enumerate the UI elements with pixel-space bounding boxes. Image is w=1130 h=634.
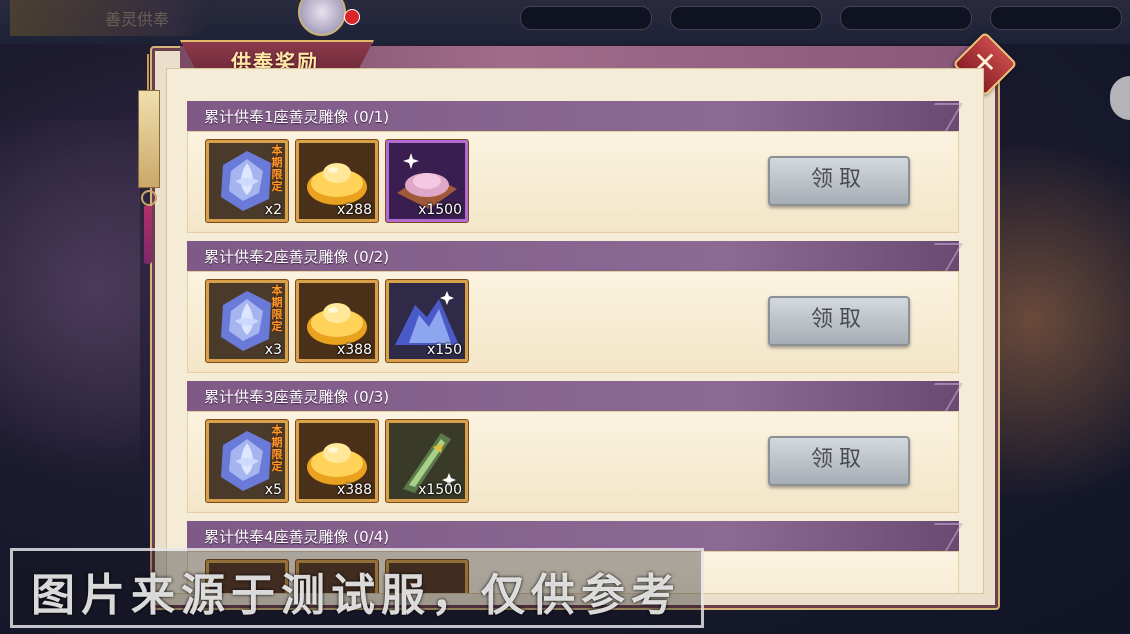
limited-tag: 本期限定 [271,144,283,193]
item-count: x388 [336,342,372,358]
item-count: x2 [264,202,282,218]
watermark-text: 图片来源于测试服，仅供参考 [31,570,681,621]
reward-row-title: 累计供奉2座善灵雕像 (0/2) [204,248,390,266]
reward-list[interactable]: 累计供奉1座善灵雕像 (0/1) 本期限定 x2 x288 x1500 领取 累… [166,68,984,594]
resource-bar [840,6,972,30]
reward-row-body: 本期限定 x2 x288 x1500 领取 [187,131,959,233]
claim-button[interactable]: 领取 [768,436,910,486]
watermark: 图片来源于测试服，仅供参考 [10,548,704,628]
reward-row-title: 累计供奉1座善灵雕像 (0/1) [204,108,390,126]
resource-bar [670,6,822,30]
limited-tag: 本期限定 [271,424,283,473]
claim-button[interactable]: 领取 [768,156,910,206]
reward-item[interactable]: 本期限定 x3 [206,280,288,362]
reward-row-title: 累计供奉3座善灵雕像 (0/3) [204,388,390,406]
header-ornament-icon [918,243,964,271]
background-top-bar: 善灵供奉 [0,0,1130,44]
item-count: x150 [426,342,462,358]
reward-item[interactable]: 本期限定 x5 [206,420,288,502]
reward-item[interactable]: x388 [296,280,378,362]
reward-row-title: 累计供奉4座善灵雕像 (0/4) [204,528,390,546]
background-scene [990,80,1130,560]
header-ornament-icon [918,523,964,551]
reward-row-body: 本期限定 x5 x388 x1500 领取 [187,411,959,513]
avatar [298,0,346,36]
reward-row: 累计供奉1座善灵雕像 (0/1) 本期限定 x2 x288 x1500 领取 [187,101,964,241]
reward-row-header: 累计供奉2座善灵雕像 (0/2) [187,241,964,271]
background-tab: 善灵供奉 [10,0,210,36]
item-count: x288 [336,202,372,218]
reward-item[interactable]: 本期限定 x2 [206,140,288,222]
notification-dot [344,9,360,25]
background-scene [0,120,140,540]
reward-item[interactable]: x288 [296,140,378,222]
header-ornament-icon [918,103,964,131]
reward-row-header: 累计供奉4座善灵雕像 (0/4) [187,521,964,551]
item-count: x3 [264,342,282,358]
reward-row-header: 累计供奉3座善灵雕像 (0/3) [187,381,964,411]
resource-bar [520,6,652,30]
claim-button[interactable]: 领取 [768,296,910,346]
background-tab-label: 善灵供奉 [105,10,170,29]
reward-row: 累计供奉2座善灵雕像 (0/2) 本期限定 x3 x388 x150 领取 [187,241,964,381]
header-ornament-icon [918,383,964,411]
resource-bar [990,6,1122,30]
item-count: x388 [336,482,372,498]
hanging-ornament-icon [138,54,160,264]
reward-item[interactable]: x150 [386,280,468,362]
reward-row-header: 累计供奉1座善灵雕像 (0/1) [187,101,964,131]
reward-item[interactable]: x388 [296,420,378,502]
item-count: x1500 [418,202,462,218]
limited-tag: 本期限定 [271,284,283,333]
reward-row-body: 本期限定 x3 x388 x150 领取 [187,271,959,373]
reward-item[interactable]: x1500 [386,140,468,222]
item-count: x5 [264,482,282,498]
reward-item[interactable]: x1500 [386,420,468,502]
reward-row: 累计供奉3座善灵雕像 (0/3) 本期限定 x5 x388 x1500 领取 [187,381,964,521]
item-count: x1500 [418,482,462,498]
